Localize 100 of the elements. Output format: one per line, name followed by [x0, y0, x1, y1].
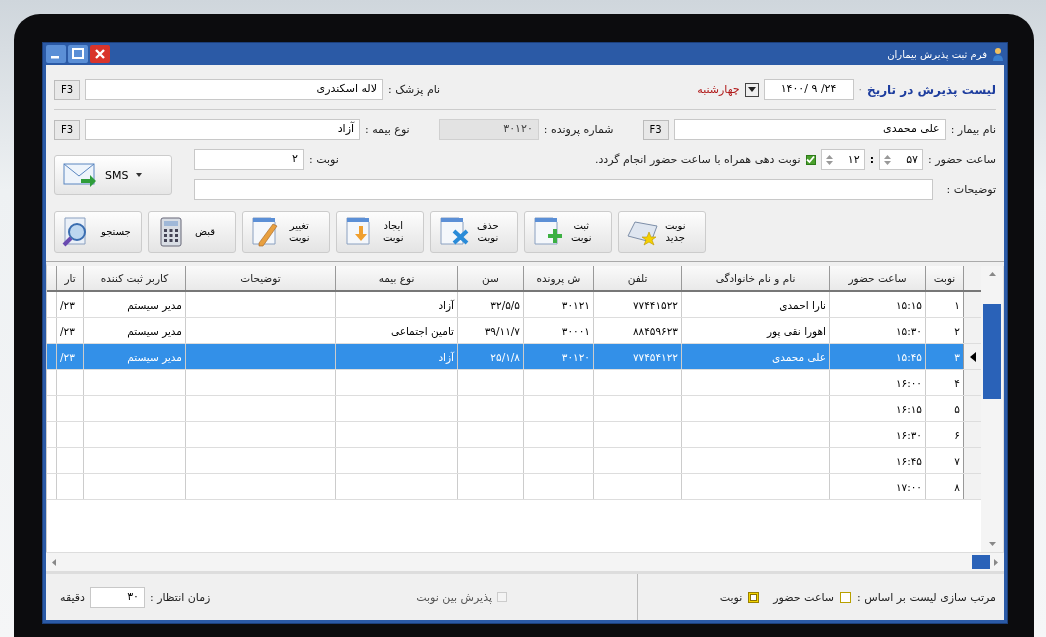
table-cell: تامین اجتماعی: [335, 318, 457, 343]
row-pointer-icon: [969, 351, 976, 362]
sort-option-box[interactable]: [748, 591, 760, 603]
table-cell: ۷: [925, 448, 963, 473]
table-cell: اهورا نقی پور: [681, 318, 829, 343]
scroll-down-icon: [988, 542, 996, 546]
spin-field[interactable]: ۱۲: [820, 149, 865, 170]
toolbar-button[interactable]: نوبت جدید: [618, 211, 706, 253]
table-cell: ۸: [925, 474, 963, 499]
table-row[interactable]: ۴ ۱۶:۰۰: [47, 370, 981, 396]
sort-option-box[interactable]: [840, 591, 851, 603]
spin-arrows-icon: [884, 153, 892, 166]
insurance-field[interactable]: آزاد: [85, 119, 360, 140]
table-cell: مدیر سیستم: [83, 318, 185, 343]
date-field[interactable]: ۱۴۰۰/ ۹ /۲۴: [763, 79, 854, 100]
turn-field[interactable]: ۲: [194, 149, 304, 170]
scroll-thumb[interactable]: [983, 304, 1001, 399]
list-title: لیست پذیرش در تاریخ: [867, 82, 996, 97]
table-cell: ۸۸۴۵۹۶۲۳: [593, 318, 681, 343]
table-row[interactable]: ۸ ۱۷:۰۰: [47, 474, 981, 500]
scroll-right-icon: [994, 558, 998, 566]
table-cell: /۲۳: [56, 318, 83, 343]
table-row[interactable]: ۶ ۱۶:۳۰: [47, 422, 981, 448]
table-row[interactable]: ۱ ۱۵:۱۵ نارا احمدی ۷۷۴۴۱۵۲۲ ۳۰۱۲۱ ۳۲/۵/۵ آزاد مدیر سیستم /۲۳: [47, 292, 981, 318]
lookup-button[interactable]: F3: [642, 119, 669, 140]
column-header[interactable]: نام و نام خانوادگی: [681, 266, 829, 290]
close-icon: [90, 45, 110, 63]
toolbar-button[interactable]: جستجو: [54, 211, 142, 253]
table-cell: ۳: [925, 344, 963, 369]
dropdown-button[interactable]: [744, 82, 759, 97]
column-header[interactable]: نوبت: [925, 266, 963, 290]
time-separator: :: [869, 153, 875, 166]
column-header[interactable]: کاربر ثبت کننده: [83, 266, 185, 290]
toolbar-button[interactable]: قبض: [148, 211, 236, 253]
checkbox[interactable]: [805, 154, 816, 165]
table-cell: مدیر سیستم: [83, 344, 185, 369]
field-label: توضیحات :: [946, 183, 996, 196]
toolbar-button[interactable]: تغییر نوبت: [242, 211, 330, 253]
row-header[interactable]: [963, 344, 981, 369]
document-plus-icon: [531, 216, 565, 248]
table-cell: ۱۶:۱۵: [829, 396, 925, 421]
patient-field[interactable]: علی محمدی: [673, 119, 946, 140]
table-cell: ۱۷:۰۰: [829, 474, 925, 499]
weekday-label: چهارشنبه: [697, 83, 740, 96]
field-label: نوع بیمه :: [365, 123, 410, 136]
table-cell: ۳۰۱۲۱: [523, 292, 593, 317]
table-cell: ۴: [925, 370, 963, 395]
lookup-button[interactable]: F3: [54, 119, 80, 140]
table-row[interactable]: ۷ ۱۶:۴۵: [47, 448, 981, 474]
field-label: زمان انتظار :: [149, 590, 211, 604]
table-cell: آزاد: [335, 344, 457, 369]
table-cell: ۵: [925, 396, 963, 421]
sms-button[interactable]: SMS: [54, 155, 172, 195]
column-header[interactable]: نوع بیمه: [335, 266, 457, 290]
scroll-thumb[interactable]: [972, 555, 990, 569]
checkmark-icon: [806, 155, 816, 164]
table-cell: آزاد: [335, 292, 457, 317]
wait-time-field[interactable]: ۳۰: [89, 586, 145, 608]
column-header[interactable]: توضیحات: [185, 266, 335, 290]
table-cell: مدیر سیستم: [83, 292, 185, 317]
table-cell: ۲: [925, 318, 963, 343]
lookup-button[interactable]: F3: [54, 79, 80, 100]
toolbar-button[interactable]: حذف نوبت: [430, 211, 518, 253]
maximize-icon: [68, 45, 88, 63]
notes-field[interactable]: [194, 179, 933, 200]
separator-dot: ·: [858, 83, 863, 96]
table-cell: ۱۶:۳۰: [829, 422, 925, 447]
table-cell: ۲۵/۱/۸: [457, 344, 523, 369]
field-label: نام پزشک :: [388, 83, 441, 96]
column-header[interactable]: سن: [457, 266, 523, 290]
checkbox-label: نوبت دهی همراه با ساعت حضور انجام گردد.: [594, 153, 801, 166]
table-cell: ۳۰۱۲۰: [523, 344, 593, 369]
toolbar-button[interactable]: ایجاد نوبت: [336, 211, 424, 253]
column-header[interactable]: تار: [56, 266, 83, 290]
table-cell: ۱۶:۰۰: [829, 370, 925, 395]
table-cell: نارا احمدی: [681, 292, 829, 317]
vertical-scrollbar[interactable]: [981, 266, 1004, 552]
sort-label: مرتب سازی لیست بر اساس :: [857, 590, 996, 604]
document-x-icon: [437, 216, 471, 248]
table-cell: ۱۶:۴۵: [829, 448, 925, 473]
table-cell: ۳۲/۵/۵: [457, 292, 523, 317]
caret-down-icon: [747, 87, 756, 92]
column-header[interactable]: ساعت حضور: [829, 266, 925, 290]
horizontal-scrollbar[interactable]: [46, 552, 1004, 571]
table-cell: علی محمدی: [681, 344, 829, 369]
table-cell: ۱۵:۱۵: [829, 292, 925, 317]
minimize-icon: [46, 45, 66, 63]
doctor-field[interactable]: لاله اسکندری: [85, 79, 383, 100]
table-cell: ۷۷۴۴۱۵۲۲: [593, 292, 681, 317]
scroll-up-icon: [988, 272, 996, 276]
column-header[interactable]: ش پرونده: [523, 266, 593, 290]
spin-field[interactable]: ۵۷: [879, 149, 924, 170]
window-title: فرم ثبت پذیرش بیماران: [887, 48, 987, 60]
column-header[interactable]: تلفن: [593, 266, 681, 290]
table-cell: ۶: [925, 422, 963, 447]
table-row[interactable]: ۵ ۱۶:۱۵: [47, 396, 981, 422]
table-cell: ۱۵:۳۰: [829, 318, 925, 343]
sort-option-label: نوبت: [719, 590, 743, 604]
field-label: نوبت :: [309, 153, 339, 166]
toolbar-button[interactable]: ثبت نوبت: [524, 211, 612, 253]
